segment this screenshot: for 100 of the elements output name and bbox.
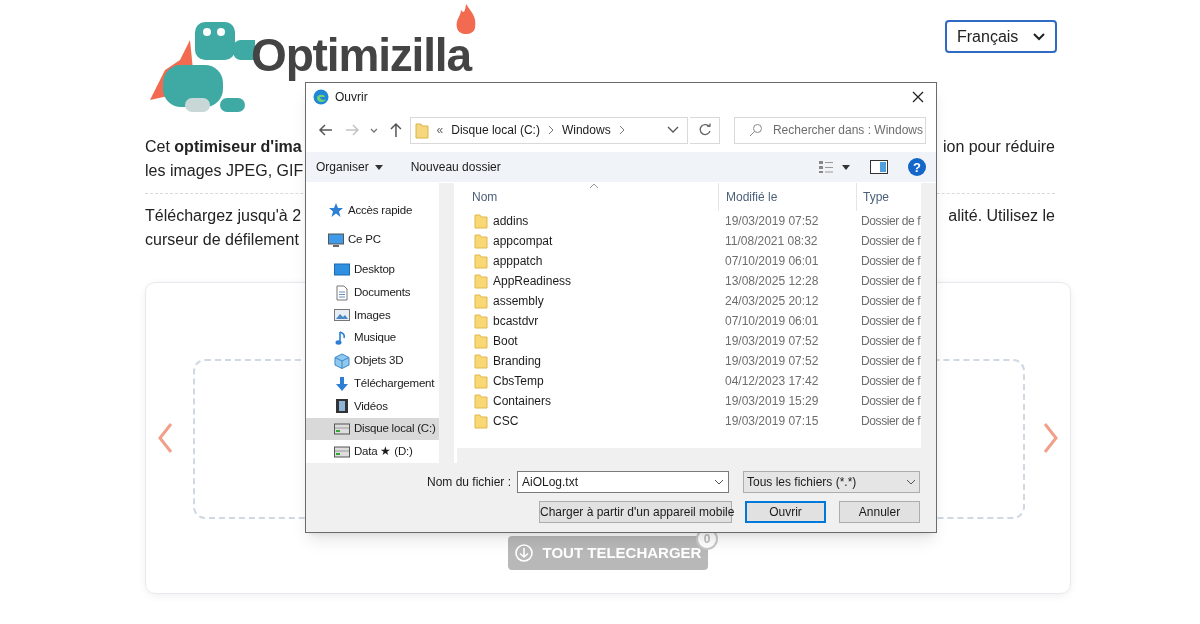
drive-icon xyxy=(334,443,350,460)
folder-icon xyxy=(474,253,488,269)
file-date: 19/03/2019 07:15 xyxy=(724,413,820,430)
chevron-right-icon xyxy=(547,125,554,135)
nav-item[interactable]: Vidéos xyxy=(306,394,439,418)
file-name[interactable]: AppReadiness xyxy=(493,272,572,290)
folder-icon xyxy=(474,333,488,349)
video-icon xyxy=(334,398,350,415)
nav-item[interactable]: Images xyxy=(306,303,439,327)
nav-item[interactable]: Data ★ (D:) xyxy=(306,440,439,463)
dialog-button[interactable]: Ouvrir xyxy=(745,501,826,523)
field-label: Nom du fichier : xyxy=(426,474,511,491)
file-name[interactable]: addins xyxy=(493,212,529,230)
search-icon xyxy=(748,123,763,137)
chevron-down-icon xyxy=(1033,32,1045,41)
star-icon xyxy=(328,202,344,219)
desktop-icon xyxy=(334,261,350,278)
upload-text: alité. Utilisez le xyxy=(948,206,1055,226)
folder-icon xyxy=(474,213,488,229)
file-name[interactable]: bcastdvr xyxy=(493,312,539,330)
file-name[interactable]: apppatch xyxy=(493,252,543,270)
intro-text: ion pour réduire xyxy=(942,137,1055,157)
file-type: Dossier de f xyxy=(860,353,921,370)
folder-icon xyxy=(474,273,488,289)
caret-down-icon[interactable] xyxy=(842,164,850,170)
nav-item[interactable]: Téléchargement xyxy=(306,372,439,395)
file-name[interactable]: Boot xyxy=(493,332,518,350)
folder-icon xyxy=(474,373,488,389)
dialog-button[interactable]: Annuler xyxy=(839,501,920,523)
view-options-icon[interactable] xyxy=(818,160,834,174)
folder-icon xyxy=(474,353,488,369)
breadcrumb-item[interactable]: Disque local (C:) xyxy=(451,121,540,139)
file-type: Dossier de f xyxy=(860,233,921,250)
column-header[interactable]: Modifié le xyxy=(718,183,856,211)
address-bar[interactable]: « Disque local (C:) Windows xyxy=(409,116,689,144)
download-icon xyxy=(334,375,350,392)
file-type-select[interactable]: Tous les fichiers (*.*) xyxy=(743,471,920,493)
folder-icon xyxy=(474,233,488,249)
refresh-icon xyxy=(697,123,712,137)
file-name[interactable]: Containers xyxy=(493,392,552,410)
document-icon xyxy=(334,284,350,301)
browser-logo-icon xyxy=(313,89,329,105)
dropdown-caret-icon xyxy=(906,479,916,485)
file-type: Dossier de f xyxy=(860,273,921,290)
folder-icon xyxy=(474,393,488,409)
nav-item[interactable]: Documents xyxy=(306,281,439,304)
refresh-button[interactable] xyxy=(690,116,720,144)
nav-item[interactable]: Objets 3D xyxy=(306,349,439,373)
folder-icon xyxy=(474,313,488,329)
file-date: 19/03/2019 15:29 xyxy=(724,393,820,410)
scrollbar[interactable] xyxy=(439,183,454,463)
file-date: 11/08/2021 08:32 xyxy=(724,233,819,250)
file-date: 13/08/2025 12:28 xyxy=(724,273,820,290)
dialog-button[interactable]: Charger à partir d'un appareil mobile xyxy=(539,501,732,523)
file-type: Dossier de f xyxy=(860,313,921,330)
breadcrumb-prefix: « xyxy=(436,122,444,139)
scrollbar[interactable] xyxy=(921,183,936,448)
download-icon xyxy=(514,544,533,562)
folder-icon xyxy=(474,293,488,309)
sort-caret-icon xyxy=(589,183,599,189)
pc-icon xyxy=(328,232,344,249)
preview-pane-icon[interactable] xyxy=(870,160,888,174)
toolbar-button[interactable]: Nouveau dossier xyxy=(410,158,501,176)
filename-field[interactable]: AiOLog.txt xyxy=(517,471,729,493)
file-date: 24/03/2025 20:12 xyxy=(724,293,820,310)
nav-item[interactable]: Musique xyxy=(306,326,439,350)
search-field[interactable]: Rechercher dans : Windows xyxy=(733,116,926,144)
file-date: 07/10/2019 06:01 xyxy=(724,313,820,330)
close-icon[interactable] xyxy=(911,90,925,104)
file-name[interactable]: Branding xyxy=(493,352,542,370)
language-select[interactable]: Français xyxy=(945,20,1057,53)
scrollbar[interactable] xyxy=(457,448,936,463)
file-date: 07/10/2019 06:01 xyxy=(724,253,820,270)
folder-icon xyxy=(414,121,429,139)
chevron-right-icon[interactable] xyxy=(1043,422,1059,454)
upload-text: curseur de défilement xyxy=(145,230,299,250)
breadcrumb-item[interactable]: Windows xyxy=(561,121,611,139)
cube-icon xyxy=(334,352,350,369)
chevron-left-icon[interactable] xyxy=(157,422,173,454)
nav-item[interactable]: Accès rapide xyxy=(306,199,439,222)
folder-icon xyxy=(474,413,488,429)
file-name[interactable]: CbsTemp xyxy=(493,372,544,390)
file-date: 19/03/2019 07:52 xyxy=(724,333,820,350)
caret-down-icon xyxy=(374,164,383,170)
nav-item[interactable]: Desktop xyxy=(306,258,439,282)
file-type: Dossier de f xyxy=(860,213,921,230)
intro-text: Cet optimiseur d'ima xyxy=(145,137,302,157)
file-name[interactable]: CSC xyxy=(493,412,519,430)
column-header[interactable]: Nom xyxy=(457,183,718,211)
column-header[interactable]: Type xyxy=(856,183,916,211)
file-name[interactable]: appcompat xyxy=(493,232,553,250)
toolbar-button[interactable]: Organiser xyxy=(316,158,383,176)
nav-item[interactable]: Disque local (C:) xyxy=(306,417,439,441)
dropdown-caret-icon[interactable] xyxy=(667,126,680,134)
chevron-right-icon xyxy=(618,125,625,135)
image-icon xyxy=(334,307,350,324)
nav-item[interactable]: Ce PC xyxy=(306,228,439,252)
file-name[interactable]: assembly xyxy=(493,292,544,310)
help-button[interactable]: ? xyxy=(908,158,926,176)
intro-text: les images JPEG, GIF xyxy=(145,161,304,181)
